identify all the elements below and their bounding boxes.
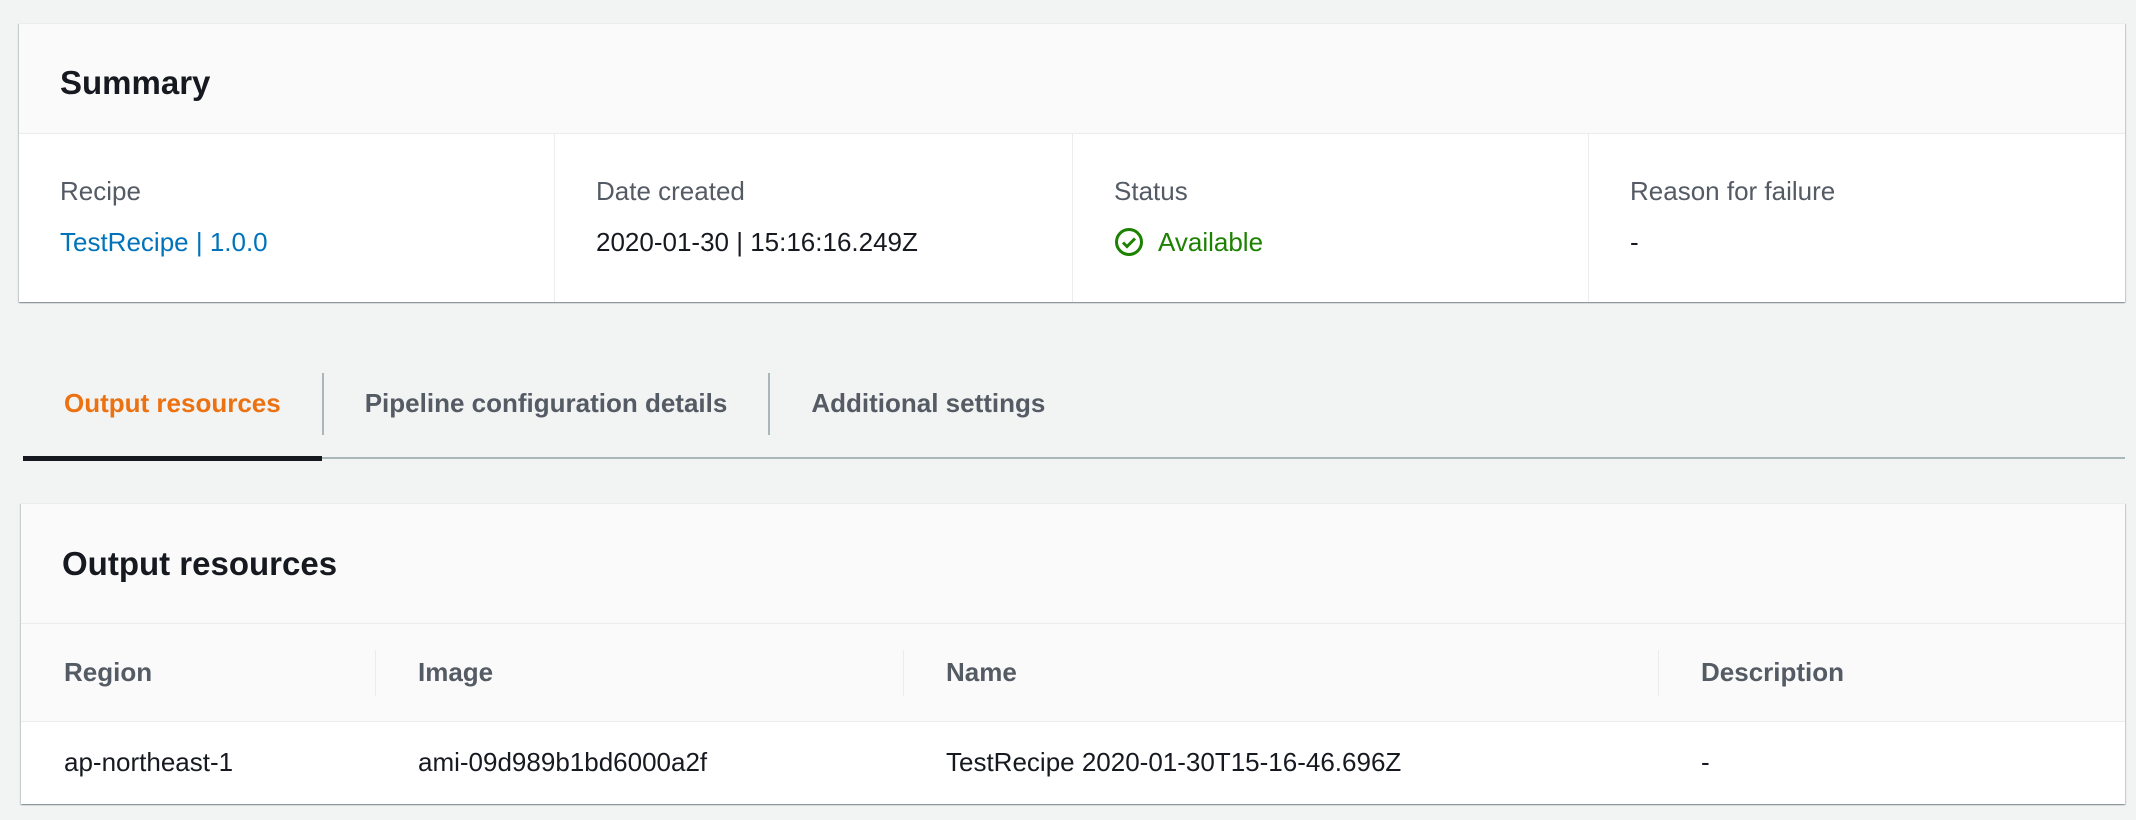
output-resources-header: Output resources: [21, 504, 2125, 624]
recipe-label: Recipe: [60, 176, 141, 206]
recipe-link[interactable]: TestRecipe | 1.0.0: [60, 225, 554, 259]
check-circle-icon: [1115, 228, 1143, 256]
status-label: Status: [1114, 176, 1188, 206]
table-row: ap-northeast-1 ami-09d989b1bd6000a2f Tes…: [21, 721, 2125, 803]
reason-for-failure-label: Reason for failure: [1630, 176, 1836, 206]
column-header-name: Name: [903, 624, 1658, 722]
cell-description: -: [1701, 746, 1710, 777]
tab-bar: Output resources Pipeline configuration …: [23, 370, 2125, 461]
summary-panel: Summary Recipe TestRecipe | 1.0.0 Date c…: [19, 23, 2125, 302]
reason-for-failure-field: Reason for failure -: [1588, 134, 2125, 302]
column-header-region: Region: [21, 624, 375, 722]
date-created-value: 2020-01-30 | 15:16:16.249Z: [596, 227, 918, 257]
output-resources-panel: Output resources Region Image Name Descr…: [21, 503, 2125, 804]
cell-name: TestRecipe 2020-01-30T15-16-46.696Z: [946, 746, 1402, 777]
column-header-description: Description: [1658, 624, 2125, 722]
tab-pipeline-configuration-details[interactable]: Pipeline configuration details: [324, 370, 769, 459]
status-badge: Available: [1114, 225, 1588, 259]
summary-title: Summary: [60, 64, 211, 101]
output-resources-table: Region Image Name Description ap-northea…: [21, 624, 2125, 803]
tab-output-resources[interactable]: Output resources: [23, 370, 322, 461]
column-header-image: Image: [375, 624, 903, 722]
reason-for-failure-value: -: [1630, 227, 1639, 257]
status-value: Available: [1158, 227, 1264, 257]
cell-image: ami-09d989b1bd6000a2f: [418, 746, 708, 777]
output-resources-title: Output resources: [62, 545, 338, 582]
recipe-field: Recipe TestRecipe | 1.0.0: [19, 134, 554, 302]
tab-additional-settings[interactable]: Additional settings: [770, 370, 1086, 459]
summary-header: Summary: [19, 24, 2125, 134]
cell-region: ap-northeast-1: [64, 746, 234, 777]
status-field: Status Available: [1072, 134, 1588, 302]
date-created-field: Date created 2020-01-30 | 15:16:16.249Z: [554, 134, 1072, 302]
date-created-label: Date created: [596, 176, 745, 206]
